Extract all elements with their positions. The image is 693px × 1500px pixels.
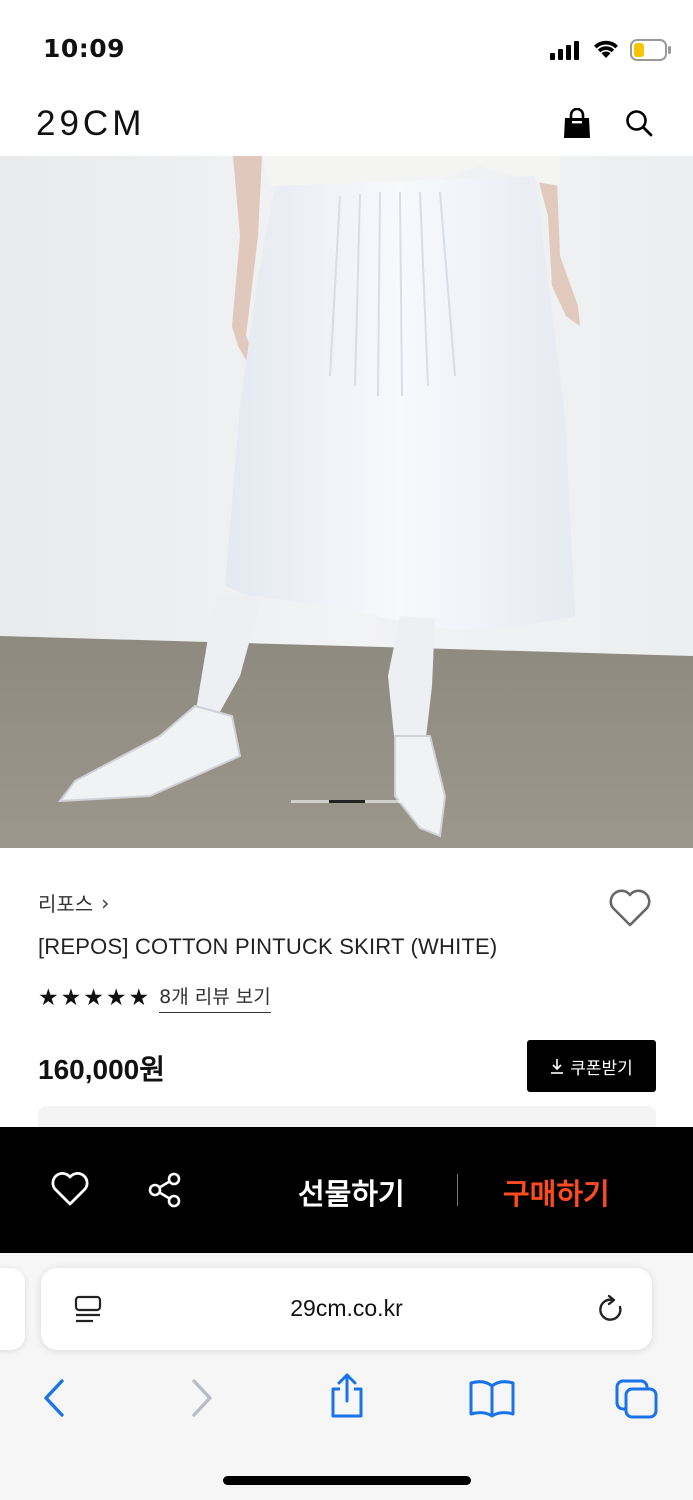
home-indicator[interactable] <box>223 1476 471 1485</box>
bookmarks-icon[interactable] <box>468 1378 516 1422</box>
divider <box>457 1174 458 1206</box>
heart-icon[interactable] <box>608 888 652 932</box>
brand-name: 리포스 <box>38 892 94 916</box>
brand-link[interactable]: 리포스 › <box>38 888 109 917</box>
shopping-bag-icon[interactable] <box>562 107 592 144</box>
tabs-icon[interactable] <box>614 1378 660 1424</box>
buy-button[interactable]: 구매하기 <box>503 1171 610 1213</box>
share-sheet-icon[interactable] <box>327 1372 367 1424</box>
star-icon: ★ <box>83 984 104 1011</box>
product-image-gallery[interactable] <box>0 156 693 848</box>
battery-icon <box>630 39 672 65</box>
star-icon: ★ <box>105 984 127 1011</box>
star-icon: ★ <box>38 984 59 1011</box>
previous-tab-preview[interactable] <box>0 1268 25 1350</box>
download-icon <box>551 1059 564 1074</box>
cellular-signal-icon <box>550 40 582 64</box>
coupon-button-label: 쿠폰받기 <box>570 1058 633 1079</box>
clock: 10:09 <box>43 34 126 63</box>
browser-nav <box>0 1373 693 1428</box>
star-rating: ★ ★ ★ ★ ★ <box>38 984 150 1011</box>
search-icon[interactable] <box>624 108 654 142</box>
star-icon: ★ <box>60 984 82 1011</box>
product-price: 160,000원 <box>38 1054 165 1085</box>
product-info: 리포스 › [REPOS] COTTON PINTUCK SKIRT (WHIT… <box>0 848 693 1146</box>
url-text[interactable]: 29cm.co.kr <box>41 1295 652 1322</box>
purchase-action-bar: 선물하기 구매하기 <box>0 1127 693 1253</box>
product-rating: ★ ★ ★ ★ ★ 8개 리뷰 보기 <box>38 982 271 1013</box>
back-icon[interactable] <box>42 1378 66 1422</box>
wifi-icon <box>592 37 620 63</box>
star-icon: ★ <box>128 984 150 1011</box>
product-name: [REPOS] COTTON PINTUCK SKIRT (WHITE) <box>38 934 498 959</box>
image-page-indicator-active <box>329 800 365 803</box>
review-link[interactable]: 8개 리뷰 보기 <box>159 982 271 1013</box>
reload-icon[interactable] <box>596 1294 626 1330</box>
app-header: 29CM <box>0 96 693 156</box>
coupon-button[interactable]: 쿠폰받기 <box>527 1040 656 1092</box>
image-page-indicator <box>291 800 401 803</box>
forward-icon[interactable] <box>190 1378 214 1422</box>
browser-toolbar: 29cm.co.kr <box>0 1253 693 1500</box>
brand-logo[interactable]: 29CM <box>36 104 145 144</box>
gift-button[interactable]: 선물하기 <box>298 1171 405 1213</box>
product-photo <box>0 156 693 848</box>
share-icon[interactable] <box>146 1171 184 1213</box>
heart-icon[interactable] <box>50 1171 90 1211</box>
status-bar: 10:09 <box>0 0 693 96</box>
chevron-right-icon: › <box>101 890 110 915</box>
address-bar[interactable]: 29cm.co.kr <box>41 1268 652 1350</box>
